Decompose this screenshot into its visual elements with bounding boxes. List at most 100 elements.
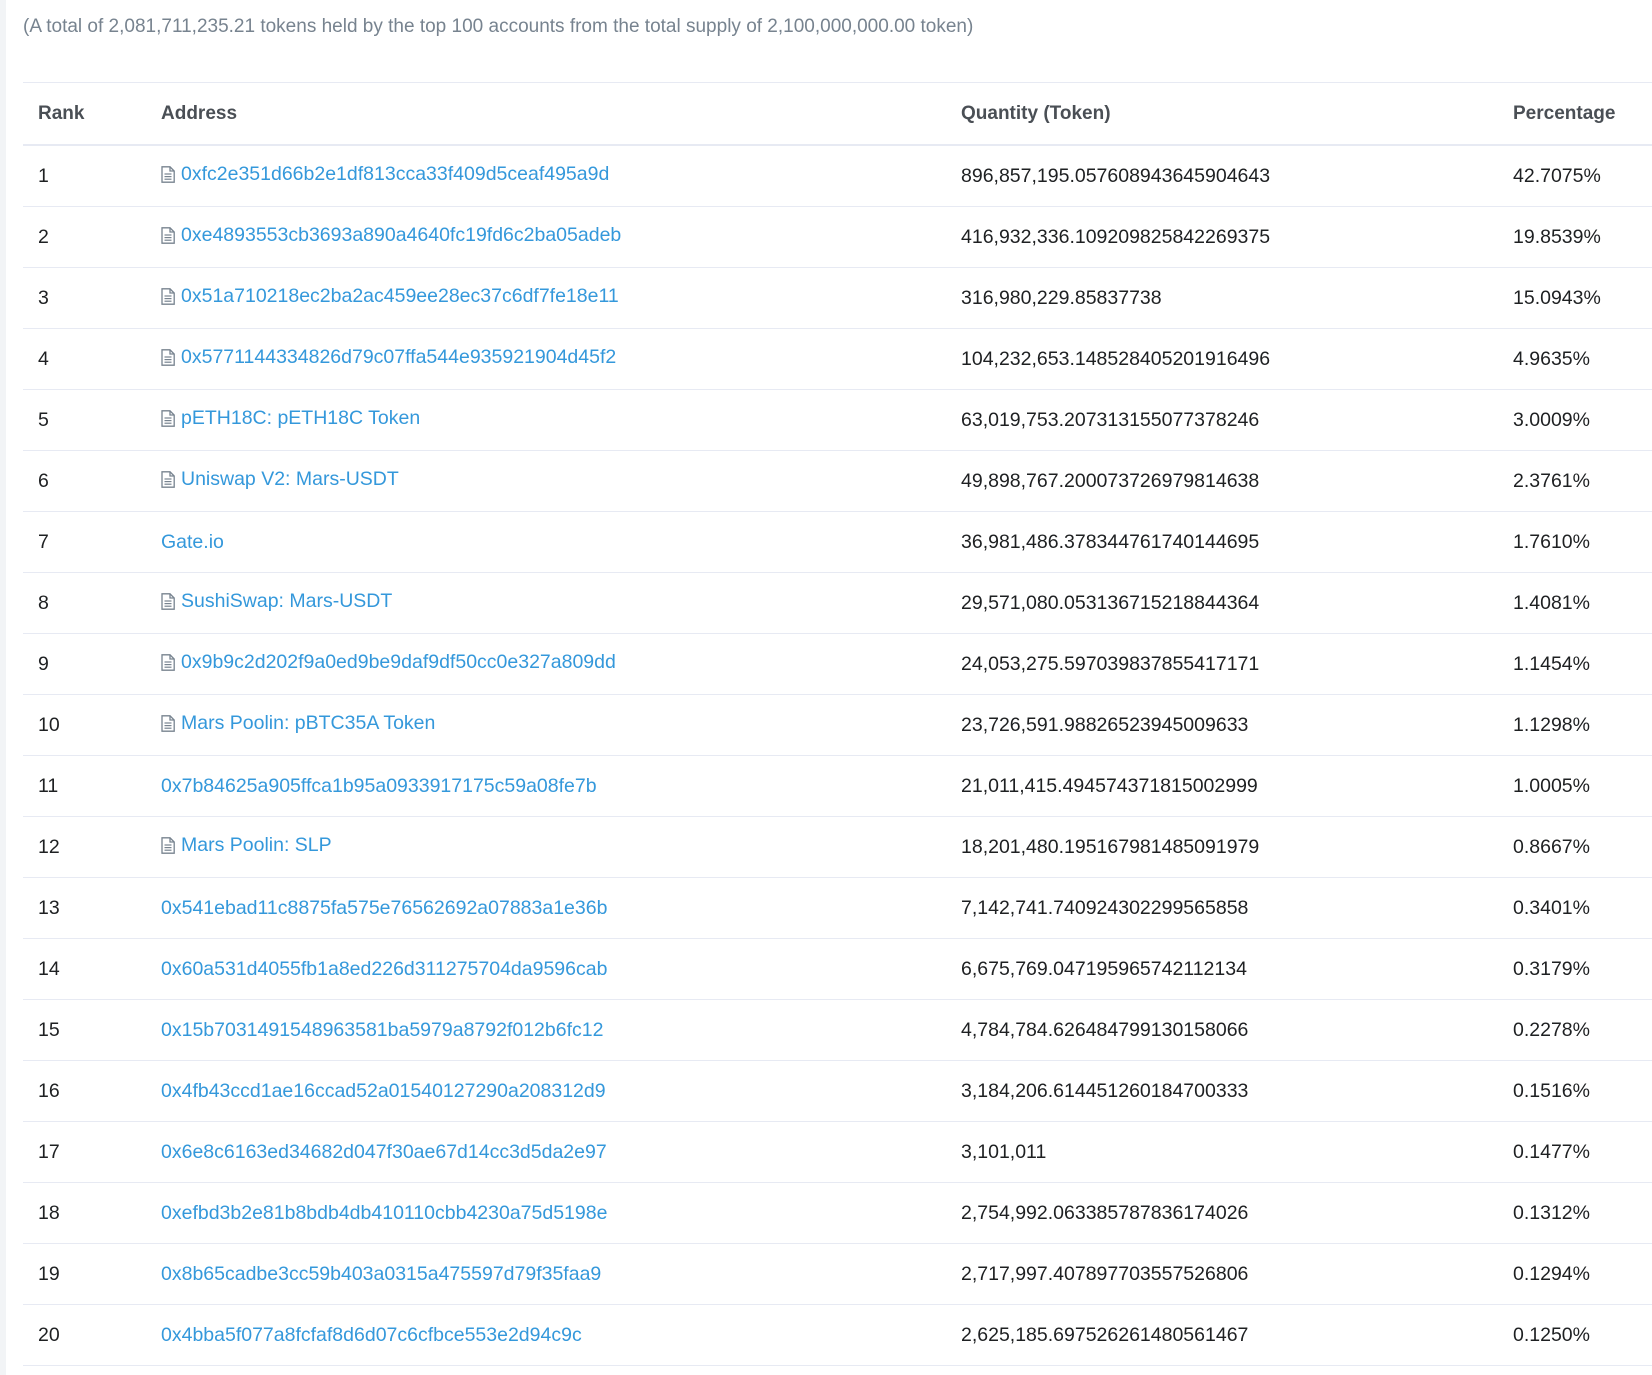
address-link[interactable]: 0x5771144334826d79c07ffa544e935921904d45…: [161, 346, 616, 369]
quantity-cell: 49,898,767.200073726979814638: [961, 450, 1513, 512]
address-link[interactable]: 0x7b84625a905ffca1b95a0933917175c59a08fe…: [161, 775, 597, 798]
address-cell: Gate.io: [161, 511, 961, 573]
address-cell: 0xfc2e351d66b2e1df813cca33f409d5ceaf495a…: [161, 145, 961, 207]
table-row: 10 Mars Poolin: pBTC35A Token 23,726,591…: [23, 694, 1652, 756]
address-text: 0x6e8c6163ed34682d047f30ae67d14cc3d5da2e…: [161, 1140, 607, 1163]
percentage-cell: 0.3179%: [1513, 938, 1652, 1000]
percentage-cell: 2.3761%: [1513, 450, 1652, 512]
quantity-cell: 36,981,486.378344761740144695: [961, 511, 1513, 573]
percentage-cell: 4.9635%: [1513, 328, 1652, 390]
percentage-cell: 0.8667%: [1513, 816, 1652, 878]
table-row: 17 0x6e8c6163ed34682d047f30ae67d14cc3d5d…: [23, 1121, 1652, 1183]
rank-cell: 7: [23, 511, 161, 573]
address-link[interactable]: 0x9b9c2d202f9a0ed9be9daf9df50cc0e327a809…: [161, 651, 616, 674]
quantity-cell: 316,980,229.85837738: [961, 267, 1513, 329]
address-text: pETH18C: pETH18C Token: [181, 407, 421, 429]
table-row: 3 0x51a710218ec2ba2ac459ee28ec37c6df7fe1…: [23, 267, 1652, 329]
file-document-icon: [161, 227, 175, 244]
percentage-cell: 1.4081%: [1513, 572, 1652, 634]
address-text: Uniswap V2: Mars-USDT: [181, 468, 399, 490]
percentage-cell: 0.1294%: [1513, 1243, 1652, 1305]
rank-cell: 15: [23, 999, 161, 1061]
address-text: 0x541ebad11c8875fa575e76562692a07883a1e3…: [161, 896, 608, 919]
address-link[interactable]: 0x4bba5f077a8fcfaf8d6d07c6cfbce553e2d94c…: [161, 1324, 582, 1347]
table-row: 2 0xe4893553cb3693a890a4640fc19fd6c2ba05…: [23, 206, 1652, 268]
address-link[interactable]: 0x51a710218ec2ba2ac459ee28ec37c6df7fe18e…: [161, 285, 619, 308]
table-row: 4 0x5771144334826d79c07ffa544e935921904d…: [23, 328, 1652, 390]
quantity-cell: 18,201,480.195167981485091979: [961, 816, 1513, 878]
address-link[interactable]: 0x6e8c6163ed34682d047f30ae67d14cc3d5da2e…: [161, 1141, 607, 1164]
quantity-cell: 3,184,206.614451260184700333: [961, 1060, 1513, 1122]
address-link[interactable]: SushiSwap: Mars-USDT: [161, 590, 392, 613]
rank-cell: 14: [23, 938, 161, 1000]
address-cell: 0x51a710218ec2ba2ac459ee28ec37c6df7fe18e…: [161, 267, 961, 329]
address-link[interactable]: pETH18C: pETH18C Token: [161, 407, 420, 430]
table-row: 18 0xefbd3b2e81b8bdb4db410110cbb4230a75d…: [23, 1182, 1652, 1244]
address-link[interactable]: 0x541ebad11c8875fa575e76562692a07883a1e3…: [161, 897, 607, 920]
rank-cell: 6: [23, 450, 161, 512]
table-body: 1 0xfc2e351d66b2e1df813cca33f409d5ceaf49…: [23, 145, 1652, 1366]
percentage-cell: 0.2278%: [1513, 999, 1652, 1061]
address-cell: 0x6e8c6163ed34682d047f30ae67d14cc3d5da2e…: [161, 1121, 961, 1183]
quantity-cell: 2,717,997.407897703557526806: [961, 1243, 1513, 1305]
file-document-icon: [161, 410, 175, 427]
address-cell: Mars Poolin: pBTC35A Token: [161, 694, 961, 756]
address-cell: 0x541ebad11c8875fa575e76562692a07883a1e3…: [161, 877, 961, 939]
address-link[interactable]: 0x60a531d4055fb1a8ed226d311275704da9596c…: [161, 958, 607, 981]
address-cell: 0x9b9c2d202f9a0ed9be9daf9df50cc0e327a809…: [161, 633, 961, 695]
quantity-cell: 7,142,741.740924302299565858: [961, 877, 1513, 939]
address-cell: SushiSwap: Mars-USDT: [161, 572, 961, 634]
address-cell: 0x60a531d4055fb1a8ed226d311275704da9596c…: [161, 938, 961, 1000]
address-cell: pETH18C: pETH18C Token: [161, 389, 961, 451]
address-cell: 0xefbd3b2e81b8bdb4db410110cbb4230a75d519…: [161, 1182, 961, 1244]
address-link[interactable]: 0x4fb43ccd1ae16ccad52a01540127290a208312…: [161, 1080, 606, 1103]
rank-cell: 11: [23, 755, 161, 817]
address-cell: 0x7b84625a905ffca1b95a0933917175c59a08fe…: [161, 755, 961, 817]
address-link[interactable]: 0x8b65cadbe3cc59b403a0315a475597d79f35fa…: [161, 1263, 601, 1286]
address-cell: Uniswap V2: Mars-USDT: [161, 450, 961, 512]
address-link[interactable]: 0xfc2e351d66b2e1df813cca33f409d5ceaf495a…: [161, 163, 609, 186]
address-link[interactable]: Mars Poolin: SLP: [161, 834, 332, 857]
file-document-icon: [161, 288, 175, 305]
address-cell: Mars Poolin: SLP: [161, 816, 961, 878]
quantity-cell: 896,857,195.057608943645904643: [961, 145, 1513, 207]
address-text: 0xfc2e351d66b2e1df813cca33f409d5ceaf495a…: [181, 163, 610, 185]
address-link[interactable]: 0x15b7031491548963581ba5979a8792f012b6fc…: [161, 1019, 603, 1042]
rank-cell: 10: [23, 694, 161, 756]
header-rank: Rank: [23, 82, 161, 146]
holders-summary-text: (A total of 2,081,711,235.21 tokens held…: [23, 16, 974, 37]
percentage-cell: 0.1477%: [1513, 1121, 1652, 1183]
address-text: 0x4bba5f077a8fcfaf8d6d07c6cfbce553e2d94c…: [161, 1323, 582, 1346]
percentage-cell: 1.1454%: [1513, 633, 1652, 695]
table-row: 5 pETH18C: pETH18C Token 63,019,753.2073…: [23, 389, 1652, 451]
address-link[interactable]: Gate.io: [161, 531, 224, 554]
percentage-cell: 0.3401%: [1513, 877, 1652, 939]
rank-cell: 19: [23, 1243, 161, 1305]
address-link[interactable]: Uniswap V2: Mars-USDT: [161, 468, 399, 491]
address-cell: 0x5771144334826d79c07ffa544e935921904d45…: [161, 328, 961, 390]
table-row: 19 0x8b65cadbe3cc59b403a0315a475597d79f3…: [23, 1243, 1652, 1305]
file-document-icon: [161, 166, 175, 183]
quantity-cell: 2,625,185.697526261480561467: [961, 1304, 1513, 1366]
percentage-cell: 0.1312%: [1513, 1182, 1652, 1244]
rank-cell: 2: [23, 206, 161, 268]
percentage-cell: 19.8539%: [1513, 206, 1652, 268]
address-link[interactable]: 0xe4893553cb3693a890a4640fc19fd6c2ba05ad…: [161, 224, 621, 247]
rank-cell: 12: [23, 816, 161, 878]
rank-cell: 1: [23, 145, 161, 207]
table-row: 8 SushiSwap: Mars-USDT 29,571,080.053136…: [23, 572, 1652, 634]
table-row: 12 Mars Poolin: SLP 18,201,480.195167981…: [23, 816, 1652, 878]
table-row: 16 0x4fb43ccd1ae16ccad52a01540127290a208…: [23, 1060, 1652, 1122]
address-text: 0x51a710218ec2ba2ac459ee28ec37c6df7fe18e…: [181, 285, 619, 307]
rank-cell: 13: [23, 877, 161, 939]
address-cell: 0x4fb43ccd1ae16ccad52a01540127290a208312…: [161, 1060, 961, 1122]
file-document-icon: [161, 715, 175, 732]
header-quantity: Quantity (Token): [961, 82, 1513, 146]
address-text: 0x5771144334826d79c07ffa544e935921904d45…: [181, 346, 617, 368]
quantity-cell: 2,754,992.063385787836174026: [961, 1182, 1513, 1244]
quantity-cell: 3,101,011: [961, 1121, 1513, 1183]
quantity-cell: 29,571,080.053136715218844364: [961, 572, 1513, 634]
quantity-cell: 21,011,415.494574371815002999: [961, 755, 1513, 817]
address-link[interactable]: Mars Poolin: pBTC35A Token: [161, 712, 435, 735]
address-link[interactable]: 0xefbd3b2e81b8bdb4db410110cbb4230a75d519…: [161, 1202, 607, 1225]
